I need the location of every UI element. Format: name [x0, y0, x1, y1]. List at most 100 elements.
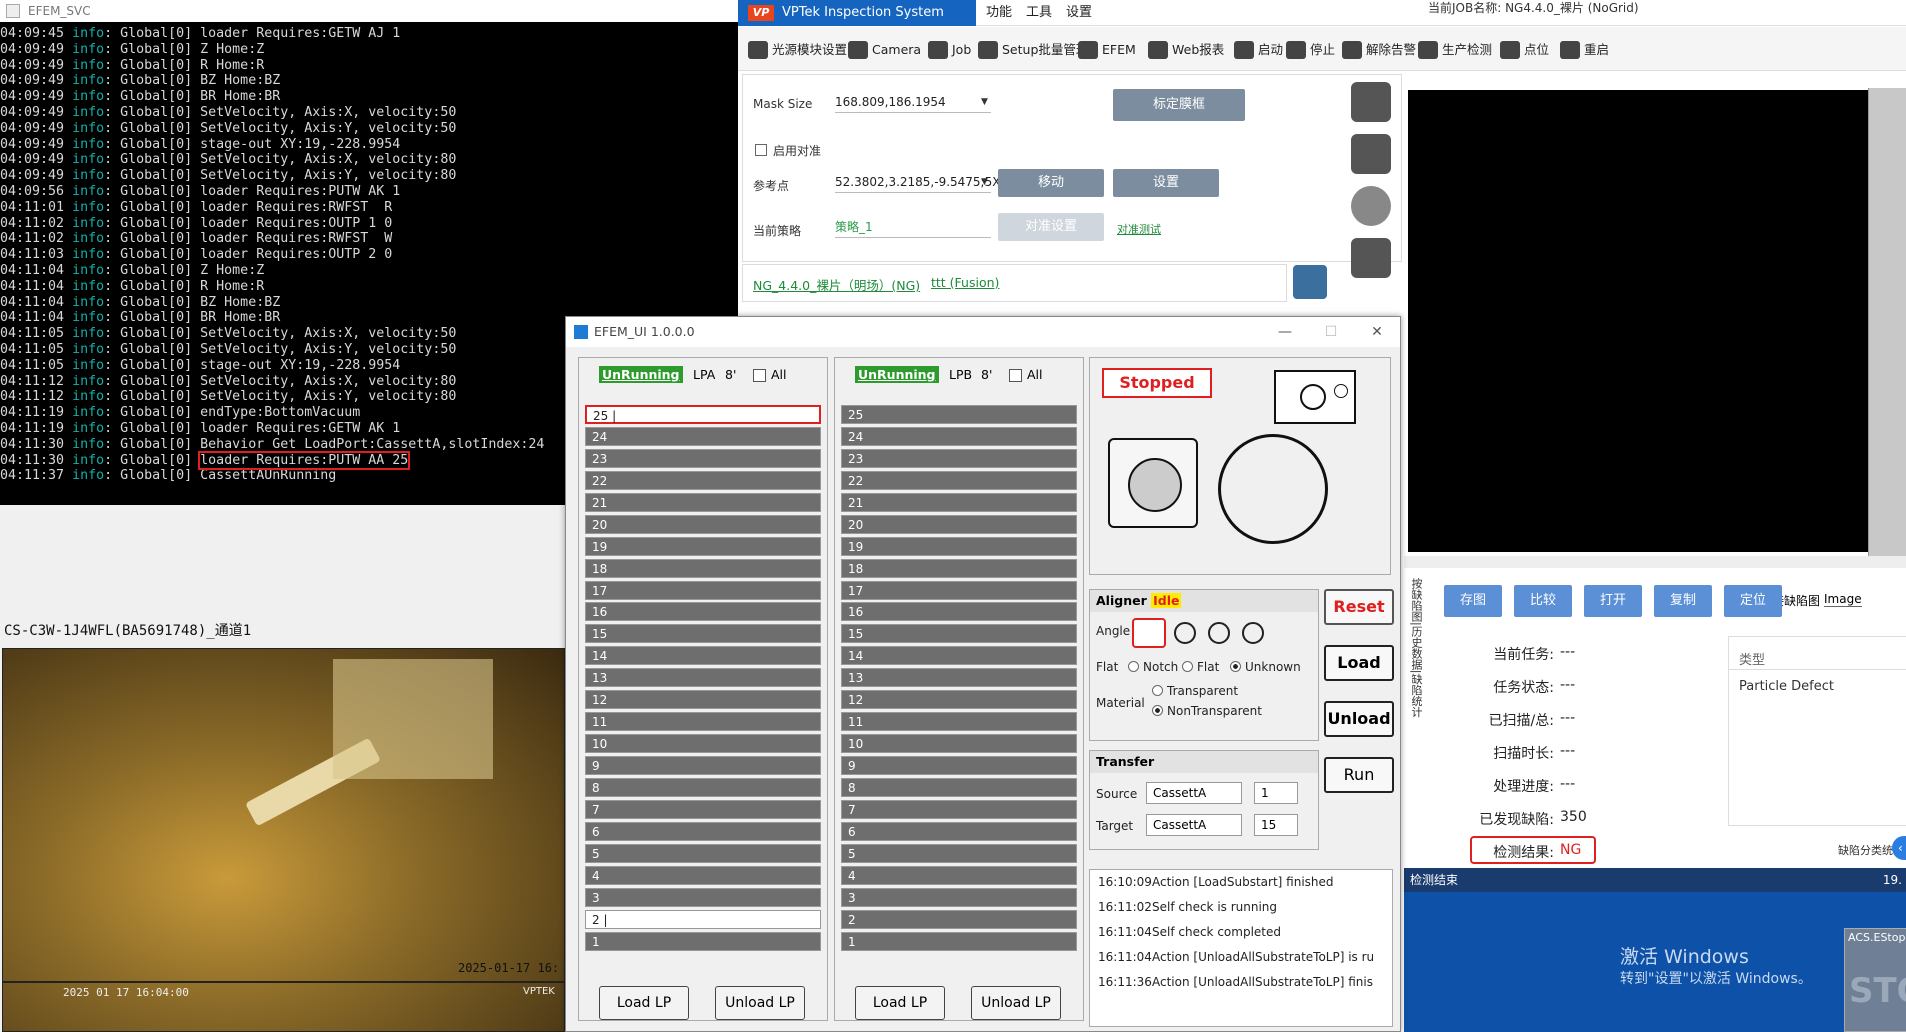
slot-item[interactable]: 11: [841, 712, 1077, 732]
event-log[interactable]: 16:10:09Action [LoadSubstart] finished 16…: [1089, 869, 1393, 1027]
align-test-link[interactable]: 对准测试: [1117, 221, 1161, 237]
move-button[interactable]: 移动: [998, 169, 1104, 197]
table-row[interactable]: Particle Defect: [1739, 679, 1834, 694]
slot-item[interactable]: 14: [585, 646, 821, 666]
slot-item[interactable]: 5: [841, 843, 1077, 863]
slot-item[interactable]: 25: [841, 405, 1077, 424]
tools-icon[interactable]: [1351, 238, 1391, 278]
flat-radio[interactable]: Flat: [1182, 660, 1219, 674]
toolbar-button[interactable]: 重启: [1560, 39, 1609, 61]
chevron-down-icon[interactable]: ▼: [981, 91, 988, 113]
slot-item[interactable]: 12: [585, 690, 821, 710]
slot-item[interactable]: 20: [841, 514, 1077, 534]
slot-item[interactable]: 15: [841, 624, 1077, 644]
estop-widget[interactable]: ACS.EStop STOP: [1844, 928, 1906, 1032]
splitter[interactable]: [1404, 556, 1906, 568]
slot-item[interactable]: 19: [585, 536, 821, 556]
lpb-all-checkbox[interactable]: [1009, 369, 1022, 382]
angle-90-icon[interactable]: [1174, 622, 1196, 644]
image-view[interactable]: [1408, 90, 1886, 552]
slot-item[interactable]: 6: [585, 821, 821, 841]
close-icon[interactable]: ✕: [1354, 317, 1400, 347]
collapse-icon[interactable]: ‹: [1892, 836, 1906, 860]
slot-item[interactable]: 20: [585, 514, 821, 534]
slot-item[interactable]: 3: [841, 887, 1077, 907]
slot-item[interactable]: 25 |: [585, 405, 821, 424]
maximize-icon[interactable]: ☐: [1308, 317, 1354, 347]
toolbar-button[interactable]: 解除告警: [1342, 39, 1416, 61]
toolbar-button[interactable]: 点位: [1500, 39, 1549, 61]
target-slot-select[interactable]: 15: [1254, 814, 1298, 836]
toolbar-button[interactable]: 启动: [1234, 39, 1283, 61]
wafer-map-icon[interactable]: [1351, 186, 1391, 226]
result-button[interactable]: 打开: [1584, 585, 1642, 617]
image-select[interactable]: Image: [1824, 592, 1862, 607]
toolbar-button[interactable]: 停止: [1286, 39, 1335, 61]
angle-270-icon[interactable]: [1242, 622, 1264, 644]
run-button[interactable]: Run: [1324, 757, 1394, 793]
menu-settings[interactable]: 设置: [1066, 0, 1092, 26]
slot-item[interactable]: 22: [585, 470, 821, 490]
result-button[interactable]: 存图: [1444, 585, 1502, 617]
toolbar-button[interactable]: Camera: [848, 39, 921, 61]
slot-item[interactable]: 3: [585, 887, 821, 907]
slot-item[interactable]: 17: [585, 580, 821, 600]
notch-radio[interactable]: Notch: [1128, 660, 1178, 674]
slot-item[interactable]: 13: [585, 668, 821, 688]
source-slot-select[interactable]: 1: [1254, 782, 1298, 804]
slot-item[interactable]: 9: [585, 756, 821, 775]
slot-item[interactable]: 10: [585, 734, 821, 754]
menu-tools[interactable]: 工具: [1026, 0, 1052, 26]
angle-180-icon[interactable]: [1208, 622, 1230, 644]
chevron-down-icon[interactable]: ▼: [981, 171, 988, 193]
toolbar-button[interactable]: EFEM: [1078, 39, 1136, 61]
slot-item[interactable]: 18: [841, 558, 1077, 578]
slot-item[interactable]: 12: [841, 690, 1077, 710]
strategy-field[interactable]: 策略_1: [835, 216, 991, 238]
toolbar-button[interactable]: Setup批量管理: [978, 39, 1088, 61]
slot-item[interactable]: 5: [585, 843, 821, 863]
slot-item[interactable]: 4: [585, 865, 821, 885]
toolbar-button[interactable]: Job: [928, 39, 971, 61]
settings-icon[interactable]: [1293, 265, 1327, 299]
set-button[interactable]: 设置: [1113, 169, 1219, 197]
load-button[interactable]: Load: [1324, 645, 1394, 681]
slot-item[interactable]: 1: [585, 931, 821, 951]
slot-item[interactable]: 15: [585, 624, 821, 644]
slot-item[interactable]: 24: [585, 426, 821, 446]
fit-image-icon[interactable]: [1351, 134, 1391, 174]
slot-item[interactable]: 1: [841, 931, 1077, 951]
nontransparent-radio[interactable]: NonTransparent: [1152, 704, 1262, 718]
result-button[interactable]: 定位: [1724, 585, 1782, 617]
slot-item[interactable]: 7: [585, 799, 821, 819]
camera-icon[interactable]: [1351, 82, 1391, 122]
recipe-link[interactable]: ttt (Fusion): [931, 275, 999, 290]
slot-item[interactable]: 11: [585, 712, 821, 732]
slot-item[interactable]: 13: [841, 668, 1077, 688]
slot-item[interactable]: 8: [841, 777, 1077, 797]
source-cassette-select[interactable]: CassettA: [1146, 782, 1242, 804]
result-button[interactable]: 比较: [1514, 585, 1572, 617]
toolbar-button[interactable]: 光源模块设置: [748, 39, 847, 61]
slot-item[interactable]: 16: [841, 602, 1077, 622]
slot-item[interactable]: 2: [841, 909, 1077, 929]
toolbar-button[interactable]: Web报表: [1148, 39, 1224, 61]
minimize-icon[interactable]: —: [1262, 317, 1308, 347]
slot-item[interactable]: 16: [585, 602, 821, 622]
slot-item[interactable]: 4: [841, 865, 1077, 885]
menu-function[interactable]: 功能: [986, 0, 1012, 26]
slot-item[interactable]: 14: [841, 646, 1077, 666]
slot-item[interactable]: 7: [841, 799, 1077, 819]
calibrate-frame-button[interactable]: 标定膜框: [1113, 89, 1245, 121]
angle-0-icon[interactable]: [1132, 618, 1166, 648]
slot-item[interactable]: 21: [585, 492, 821, 512]
slot-item[interactable]: 18: [585, 558, 821, 578]
slot-item[interactable]: 21: [841, 492, 1077, 512]
unload-button[interactable]: Unload: [1324, 701, 1394, 737]
toolbar-button[interactable]: 生产检测: [1418, 39, 1492, 61]
slot-item[interactable]: 24: [841, 426, 1077, 446]
slot-item[interactable]: 8: [585, 777, 821, 797]
slot-item[interactable]: 19: [841, 536, 1077, 556]
slot-item[interactable]: 17: [841, 580, 1077, 600]
lpa-load-button[interactable]: Load LP: [599, 986, 689, 1020]
